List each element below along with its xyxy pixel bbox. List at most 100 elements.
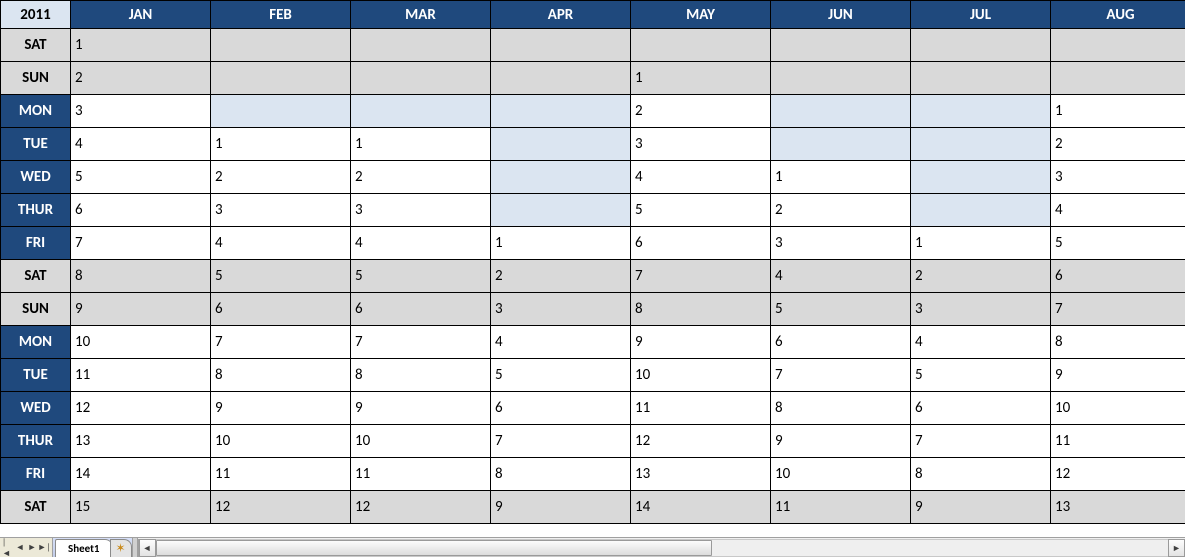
calendar-cell[interactable]: 3: [491, 293, 631, 326]
calendar-cell[interactable]: 9: [351, 392, 491, 425]
calendar-cell[interactable]: 6: [351, 293, 491, 326]
calendar-cell[interactable]: 11: [771, 491, 911, 524]
new-sheet-tab[interactable]: ✶: [110, 539, 132, 557]
calendar-cell[interactable]: 2: [491, 260, 631, 293]
calendar-cell[interactable]: 4: [631, 161, 771, 194]
calendar-cell[interactable]: 9: [211, 392, 351, 425]
calendar-cell[interactable]: [911, 62, 1051, 95]
calendar-cell[interactable]: [491, 194, 631, 227]
calendar-cell[interactable]: 7: [771, 359, 911, 392]
calendar-cell[interactable]: [351, 95, 491, 128]
calendar-cell[interactable]: 11: [71, 359, 211, 392]
calendar-cell[interactable]: 10: [71, 326, 211, 359]
calendar-cell[interactable]: 4: [351, 227, 491, 260]
calendar-cell[interactable]: [211, 29, 351, 62]
calendar-cell[interactable]: 6: [1051, 260, 1185, 293]
calendar-cell[interactable]: 7: [631, 260, 771, 293]
calendar-cell[interactable]: 4: [771, 260, 911, 293]
day-label[interactable]: SAT: [1, 260, 71, 293]
calendar-cell[interactable]: 4: [71, 128, 211, 161]
calendar-cell[interactable]: 5: [491, 359, 631, 392]
calendar-cell[interactable]: 14: [631, 491, 771, 524]
calendar-cell[interactable]: 8: [631, 293, 771, 326]
calendar-cell[interactable]: 2: [211, 161, 351, 194]
hscroll-left-button[interactable]: ◄: [139, 539, 156, 557]
calendar-cell[interactable]: 9: [1051, 359, 1185, 392]
calendar-cell[interactable]: [911, 95, 1051, 128]
sheet-nav-next-icon[interactable]: ►: [26, 540, 38, 556]
day-label[interactable]: FRI: [1, 458, 71, 491]
calendar-cell[interactable]: 1: [771, 161, 911, 194]
hscroll-right-button[interactable]: ►: [1168, 539, 1185, 557]
calendar-cell[interactable]: 12: [351, 491, 491, 524]
sheet-nav-first-icon[interactable]: |◄: [2, 540, 14, 556]
calendar-cell[interactable]: 6: [911, 392, 1051, 425]
day-label[interactable]: WED: [1, 392, 71, 425]
calendar-cell[interactable]: 3: [1051, 161, 1185, 194]
calendar-cell[interactable]: [911, 161, 1051, 194]
calendar-cell[interactable]: [631, 29, 771, 62]
calendar-cell[interactable]: 1: [71, 29, 211, 62]
calendar-cell[interactable]: 2: [71, 62, 211, 95]
calendar-cell[interactable]: 10: [631, 359, 771, 392]
calendar-cell[interactable]: 11: [351, 458, 491, 491]
calendar-cell[interactable]: 5: [351, 260, 491, 293]
calendar-cell[interactable]: 7: [1051, 293, 1185, 326]
day-label[interactable]: SUN: [1, 62, 71, 95]
calendar-cell[interactable]: 6: [771, 326, 911, 359]
calendar-cell[interactable]: 9: [71, 293, 211, 326]
calendar-cell[interactable]: 3: [771, 227, 911, 260]
calendar-cell[interactable]: 8: [771, 392, 911, 425]
calendar-cell[interactable]: 15: [71, 491, 211, 524]
calendar-cell[interactable]: 8: [211, 359, 351, 392]
day-label[interactable]: TUE: [1, 359, 71, 392]
year-corner-cell[interactable]: 2011: [1, 1, 71, 29]
sheet-tab-sheet1[interactable]: Sheet1: [55, 539, 113, 557]
calendar-cell[interactable]: [771, 29, 911, 62]
hscroll-track[interactable]: [156, 539, 1169, 557]
day-label[interactable]: SUN: [1, 293, 71, 326]
calendar-cell[interactable]: 6: [491, 392, 631, 425]
calendar-cell[interactable]: 8: [351, 359, 491, 392]
calendar-cell[interactable]: 12: [211, 491, 351, 524]
calendar-cell[interactable]: 5: [1051, 227, 1185, 260]
calendar-cell[interactable]: 7: [911, 425, 1051, 458]
month-header-apr[interactable]: APR: [491, 1, 631, 29]
day-label[interactable]: WED: [1, 161, 71, 194]
calendar-cell[interactable]: 1: [491, 227, 631, 260]
calendar-cell[interactable]: [491, 128, 631, 161]
calendar-cell[interactable]: 9: [771, 425, 911, 458]
calendar-cell[interactable]: 7: [211, 326, 351, 359]
calendar-cell[interactable]: 6: [631, 227, 771, 260]
horizontal-scrollbar[interactable]: ◄ ►: [138, 539, 1185, 557]
calendar-cell[interactable]: 2: [631, 95, 771, 128]
calendar-cell[interactable]: 4: [1051, 194, 1185, 227]
calendar-cell[interactable]: 13: [1051, 491, 1185, 524]
calendar-cell[interactable]: [491, 62, 631, 95]
calendar-cell[interactable]: 3: [211, 194, 351, 227]
calendar-cell[interactable]: 2: [911, 260, 1051, 293]
calendar-cell[interactable]: [351, 62, 491, 95]
calendar-cell[interactable]: 2: [1051, 128, 1185, 161]
calendar-cell[interactable]: 9: [911, 491, 1051, 524]
calendar-cell[interactable]: [351, 29, 491, 62]
calendar-cell[interactable]: [911, 29, 1051, 62]
calendar-cell[interactable]: 14: [71, 458, 211, 491]
calendar-cell[interactable]: 4: [491, 326, 631, 359]
calendar-cell[interactable]: 10: [1051, 392, 1185, 425]
calendar-cell[interactable]: 5: [771, 293, 911, 326]
calendar-cell[interactable]: 9: [491, 491, 631, 524]
calendar-cell[interactable]: 6: [71, 194, 211, 227]
day-label[interactable]: FRI: [1, 227, 71, 260]
calendar-cell[interactable]: 10: [351, 425, 491, 458]
day-label[interactable]: MON: [1, 326, 71, 359]
day-label[interactable]: TUE: [1, 128, 71, 161]
calendar-cell[interactable]: 11: [1051, 425, 1185, 458]
day-label[interactable]: SAT: [1, 29, 71, 62]
calendar-cell[interactable]: 7: [491, 425, 631, 458]
calendar-cell[interactable]: [211, 62, 351, 95]
month-header-jan[interactable]: JAN: [71, 1, 211, 29]
day-label[interactable]: THUR: [1, 425, 71, 458]
calendar-cell[interactable]: 3: [351, 194, 491, 227]
calendar-cell[interactable]: 13: [71, 425, 211, 458]
